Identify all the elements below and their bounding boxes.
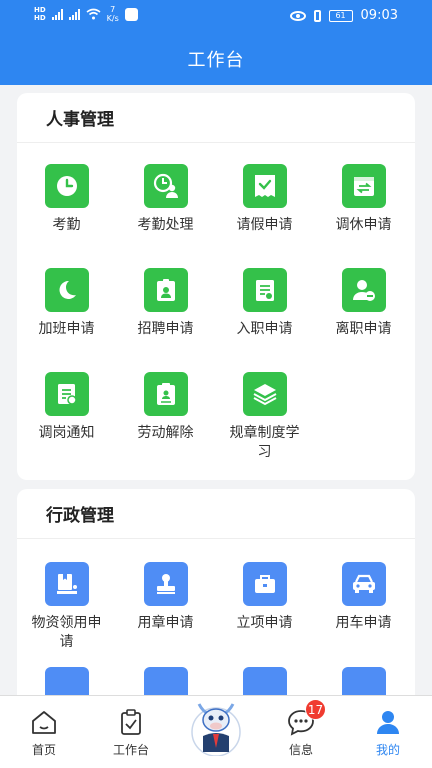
swap-icon [341, 164, 386, 208]
signal-icon [51, 8, 63, 20]
grid-item-label: 调岗通知 [38, 425, 95, 441]
tab-label: 工作台 [112, 743, 149, 757]
grid-item-label: 立项申请 [236, 615, 293, 631]
grid-item-label: 规章制度学习 [229, 425, 300, 460]
grid-item-transfer-notice[interactable]: 调岗通知 [17, 372, 116, 443]
signal-icon [68, 8, 80, 20]
clock-icon [44, 164, 89, 208]
status-left: HD HD 7 K/s [34, 5, 138, 23]
clipboard-check-icon [121, 709, 141, 735]
tab-label: 信息 [288, 743, 313, 757]
status-right: 61 09:03 [289, 8, 398, 23]
mascot-center-button[interactable] [191, 696, 241, 757]
grid-item-label: 考勤 [52, 217, 81, 233]
grid-item-supplies[interactable]: 物资领用申请 [17, 562, 116, 652]
layers-icon [242, 372, 287, 416]
attendance-user-icon [143, 164, 188, 208]
user-icon [377, 711, 399, 734]
grid-item-labor-termination[interactable]: 劳动解除 [116, 372, 215, 443]
notice-icon [44, 372, 89, 416]
home-icon [32, 711, 56, 734]
grid-item-attendance-processing[interactable]: 考勤处理 [116, 164, 215, 235]
stamp-icon [143, 562, 188, 606]
contract-icon [143, 372, 188, 416]
grid-item-label: 考勤处理 [137, 217, 194, 233]
document-icon [242, 268, 287, 312]
grid-item-onboarding[interactable]: 入职申请 [215, 268, 314, 339]
sim2-label: HD [34, 14, 46, 22]
sim1-label: HD [34, 6, 46, 14]
message-count-badge: 17 [305, 699, 326, 720]
grid-item-compensatory-leave[interactable]: 调休申请 [314, 164, 413, 235]
grid-item-label: 招聘申请 [137, 321, 194, 337]
tab-home[interactable]: 首页 [4, 708, 84, 758]
grid-item-regulations[interactable]: 规章制度学习 [215, 372, 314, 462]
car-icon [341, 562, 386, 606]
section-title: 行政管理 [17, 489, 415, 539]
section-title: 人事管理 [17, 93, 415, 143]
eye-icon [289, 10, 306, 21]
page-title: 工作台 [187, 50, 245, 71]
grid-item-recruitment[interactable]: 招聘申请 [116, 268, 215, 339]
grid-item-overtime[interactable]: 加班申请 [17, 268, 116, 339]
vibrate-icon [313, 9, 321, 22]
net-speed: 7 K/s [107, 5, 119, 23]
net-speed-value: 7 [110, 5, 116, 14]
grid-item-label: 离职申请 [335, 321, 392, 337]
grid-item-label: 请假申请 [236, 217, 293, 233]
grid-item-label: 物资领用申请 [31, 615, 102, 650]
tab-label: 我的 [375, 743, 400, 757]
tab-label: 首页 [31, 743, 56, 757]
mascot-icon [191, 703, 241, 757]
tab-mine[interactable]: 我的 [348, 708, 428, 758]
wifi-icon [86, 8, 101, 20]
grid-item-vehicle[interactable]: 用车申请 [314, 562, 413, 633]
hr-section-card: 人事管理 考勤 考勤处理 请假申请 调休申请 加班申请 招聘申请 入职申请 离职… [17, 93, 415, 480]
admin-section-card: 行政管理 物资领用申请 用章申请 立项申请 用车申请 [17, 489, 415, 719]
grid-item-label: 劳动解除 [137, 425, 194, 441]
moon-icon [44, 268, 89, 312]
grid-item-resignation[interactable]: 离职申请 [314, 268, 413, 339]
tab-workbench[interactable]: 工作台 [91, 708, 171, 758]
grid-item-label: 加班申请 [38, 321, 95, 337]
status-time: 09:03 [360, 8, 398, 23]
grid-item-seal[interactable]: 用章申请 [116, 562, 215, 633]
grid-item-label: 用车申请 [335, 615, 392, 631]
sim-indicators: HD HD [34, 6, 46, 22]
bottom-tab-bar: 首页 工作台 17 信息 我的 [0, 695, 432, 768]
tab-messages[interactable]: 17 信息 [261, 699, 341, 758]
app-header: HD HD 7 K/s 61 09:03 工作台 [0, 0, 432, 85]
leave-icon [242, 164, 287, 208]
net-speed-unit: K/s [106, 14, 119, 23]
badge-icon [143, 268, 188, 312]
grid-item-attendance[interactable]: 考勤 [17, 164, 116, 235]
grid-item-leave[interactable]: 请假申请 [215, 164, 314, 235]
shield-icon [124, 7, 138, 21]
user-minus-icon [341, 268, 386, 312]
status-bar: HD HD 7 K/s 61 09:03 [0, 0, 432, 32]
grid-item-label: 调休申请 [335, 217, 392, 233]
battery-icon: 61 [328, 9, 353, 22]
grid-item-label: 用章申请 [137, 615, 194, 631]
grid-item-label: 入职申请 [236, 321, 293, 337]
briefcase-icon [242, 562, 287, 606]
grid-item-project[interactable]: 立项申请 [215, 562, 314, 633]
box-icon [44, 562, 89, 606]
